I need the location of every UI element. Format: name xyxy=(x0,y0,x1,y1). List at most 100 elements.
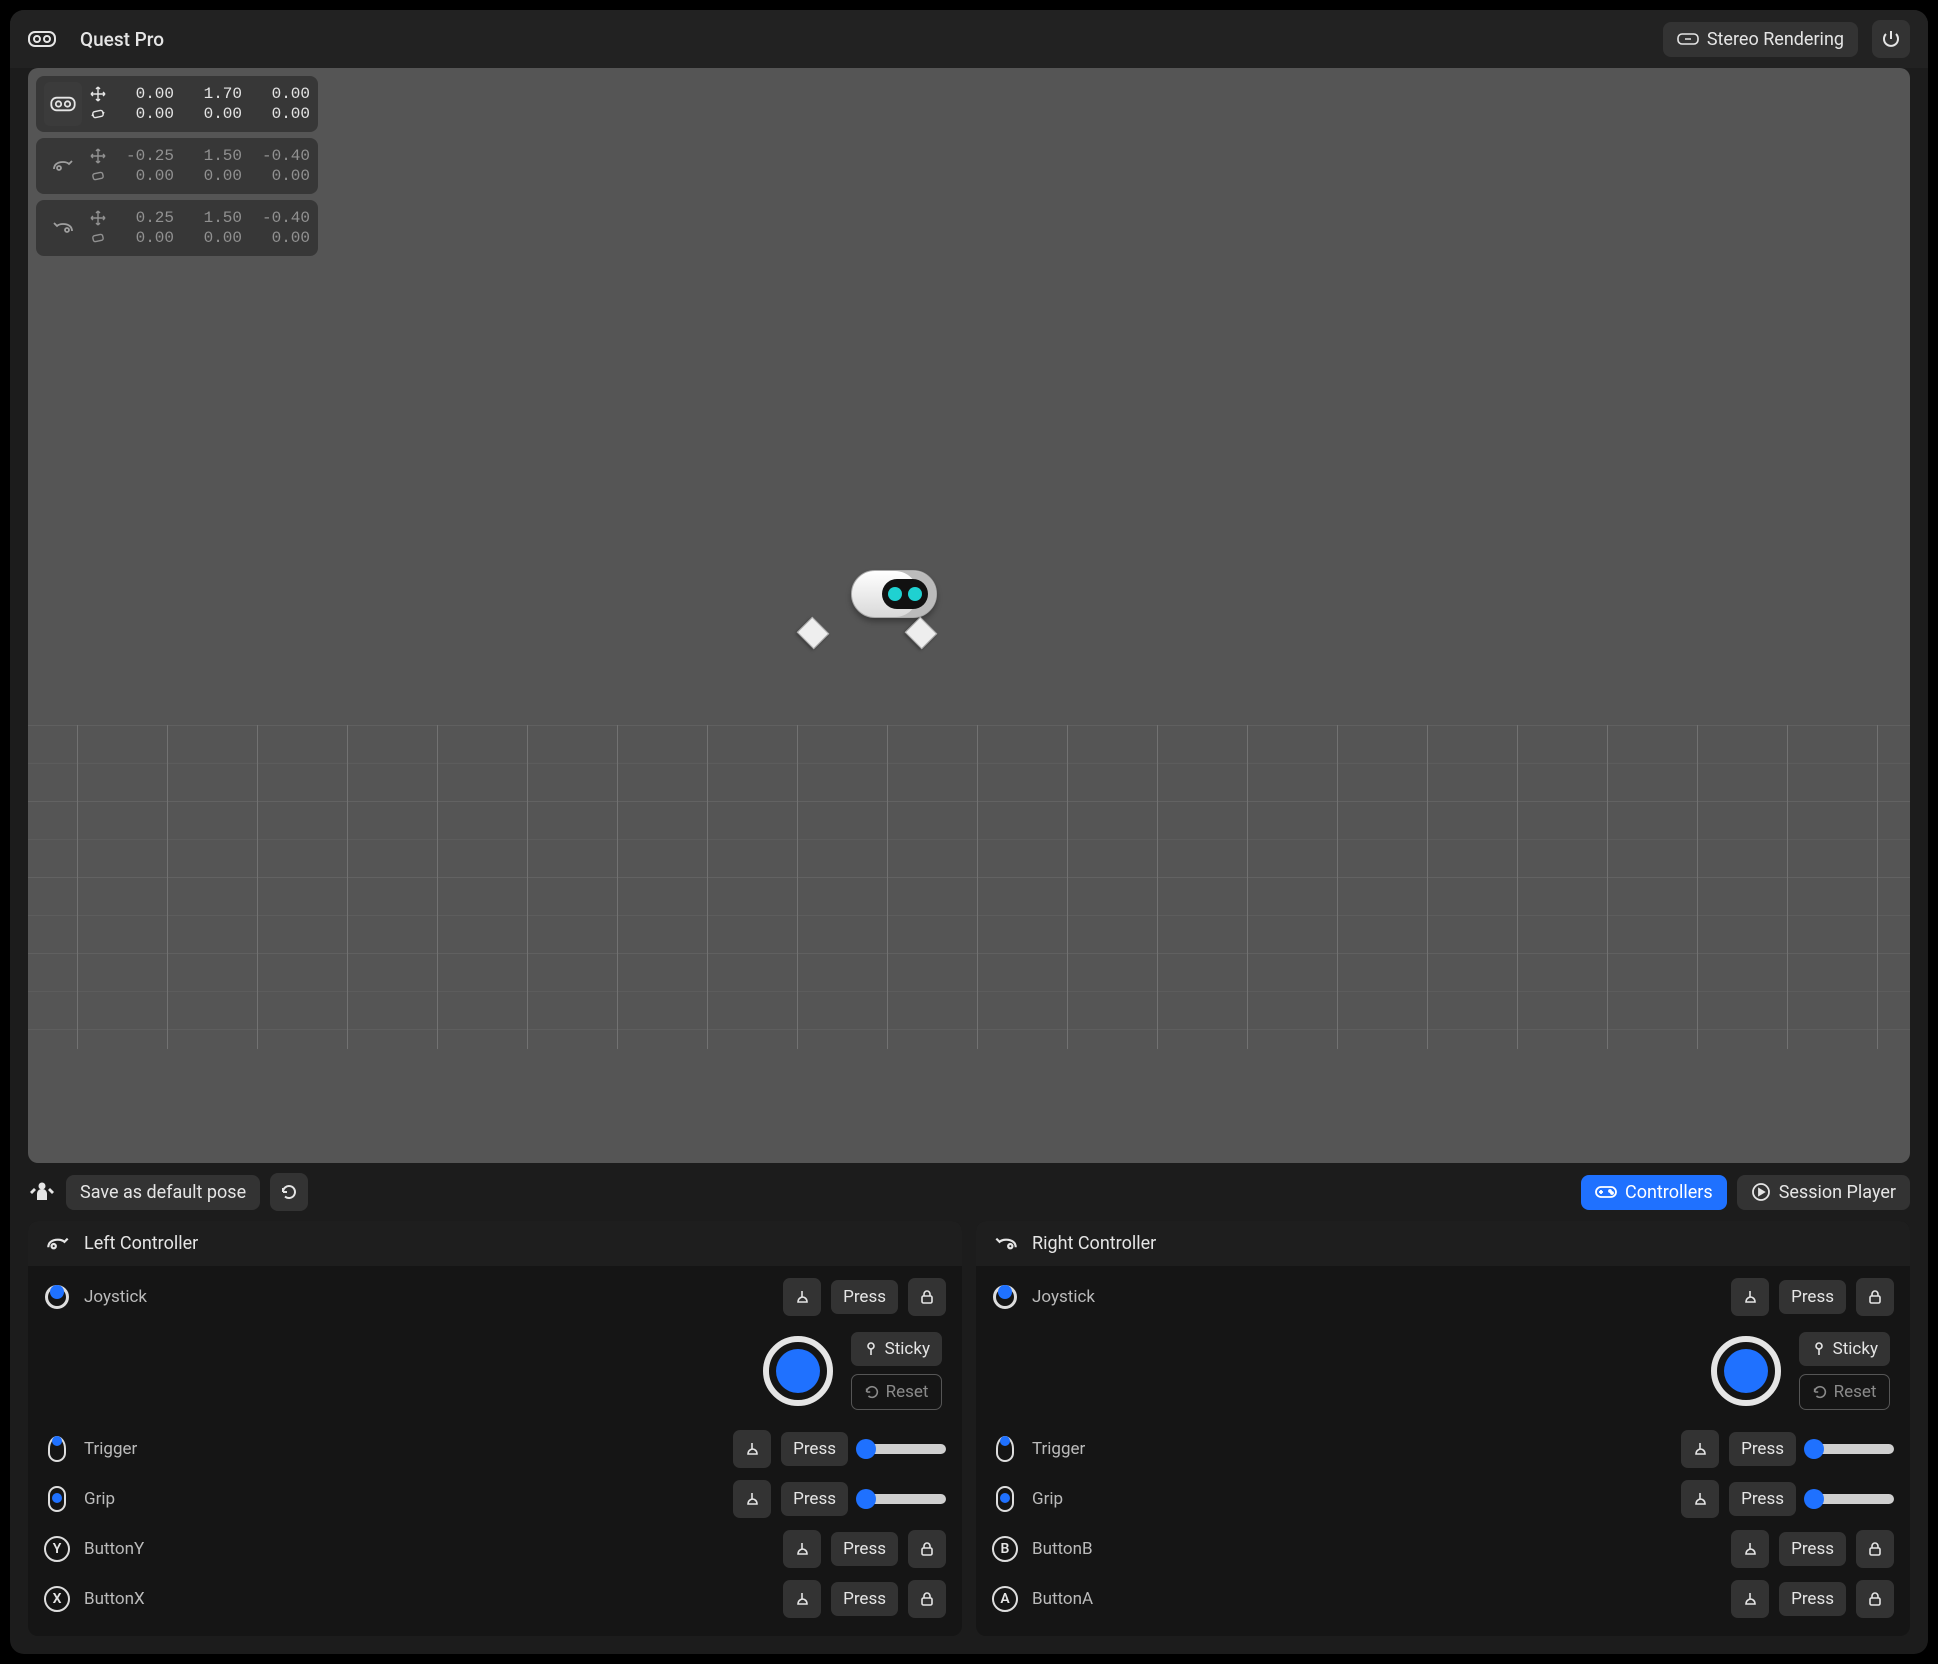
panel-header: Right Controller xyxy=(976,1221,1910,1266)
press-label: Press xyxy=(793,1439,836,1459)
touch-button[interactable] xyxy=(783,1580,821,1618)
label-button-y: ButtonY xyxy=(84,1539,773,1559)
row-grip: Grip Press xyxy=(992,1478,1894,1520)
trigger-slider[interactable] xyxy=(1806,1444,1894,1454)
lock-icon xyxy=(919,1289,935,1305)
grip-slider[interactable] xyxy=(858,1494,946,1504)
reset-button[interactable]: Reset xyxy=(851,1374,942,1410)
press-button[interactable]: Press xyxy=(1779,1582,1846,1616)
controller-right-icon xyxy=(992,1234,1020,1254)
press-button[interactable]: Press xyxy=(831,1582,898,1616)
lock-button[interactable] xyxy=(908,1580,946,1618)
touch-button[interactable] xyxy=(1731,1530,1769,1568)
stat-card-left-controller[interactable]: -0.25 1.50 -0.40 0.00 0.00 0.00 xyxy=(36,138,318,194)
touch-icon xyxy=(1741,1540,1759,1558)
touch-button[interactable] xyxy=(1681,1480,1719,1518)
label-trigger: Trigger xyxy=(1032,1439,1671,1459)
stat-value: -0.40 xyxy=(252,147,310,165)
stat-value: 0.00 xyxy=(252,167,310,185)
stat-card-headset[interactable]: 0.00 1.70 0.00 0.00 0.00 0.00 xyxy=(36,76,318,132)
tab-session-label: Session Player xyxy=(1779,1182,1896,1203)
touch-button[interactable] xyxy=(1681,1430,1719,1468)
move-icon xyxy=(90,148,106,164)
stat-value: 0.00 xyxy=(184,105,242,123)
trigger-icon xyxy=(996,1436,1014,1462)
touch-icon xyxy=(743,1490,761,1508)
label-grip: Grip xyxy=(84,1489,723,1509)
tab-controllers-label: Controllers xyxy=(1625,1182,1713,1203)
grip-slider[interactable] xyxy=(1806,1494,1894,1504)
label-button-x: ButtonX xyxy=(84,1589,773,1609)
tab-controllers[interactable]: Controllers xyxy=(1581,1175,1727,1210)
lock-button[interactable] xyxy=(1856,1530,1894,1568)
touch-button[interactable] xyxy=(733,1480,771,1518)
press-button[interactable]: Press xyxy=(1729,1432,1796,1466)
label-trigger: Trigger xyxy=(84,1439,723,1459)
stat-value: 0.00 xyxy=(252,105,310,123)
panel-header: Left Controller xyxy=(28,1221,962,1266)
rotate-icon xyxy=(90,230,106,246)
press-button[interactable]: Press xyxy=(1779,1532,1846,1566)
touch-button[interactable] xyxy=(733,1430,771,1468)
trigger-slider[interactable] xyxy=(858,1444,946,1454)
touch-icon xyxy=(1741,1288,1759,1306)
grip-icon xyxy=(48,1486,66,1512)
reset-button[interactable]: Reset xyxy=(1799,1374,1890,1410)
press-button[interactable]: Press xyxy=(781,1432,848,1466)
controller-left-icon xyxy=(44,144,82,188)
lock-button[interactable] xyxy=(908,1278,946,1316)
joystick-pad[interactable] xyxy=(1711,1336,1781,1406)
tab-session-player[interactable]: Session Player xyxy=(1737,1175,1910,1210)
joystick-icon xyxy=(993,1285,1017,1309)
touch-icon xyxy=(1691,1440,1709,1458)
grip-icon xyxy=(996,1486,1014,1512)
play-circle-icon xyxy=(1751,1182,1771,1202)
press-button[interactable]: Press xyxy=(1779,1280,1846,1314)
lock-icon xyxy=(919,1591,935,1607)
3d-viewport[interactable]: 0.00 1.70 0.00 0.00 0.00 0.00 xyxy=(28,68,1910,1163)
label-joystick: Joystick xyxy=(84,1287,773,1307)
transform-stats: 0.00 1.70 0.00 0.00 0.00 0.00 xyxy=(36,76,318,256)
lock-button[interactable] xyxy=(1856,1580,1894,1618)
move-icon xyxy=(90,210,106,226)
press-label: Press xyxy=(1741,1439,1784,1459)
label-joystick: Joystick xyxy=(1032,1287,1721,1307)
button-a-icon: A xyxy=(992,1586,1018,1612)
undo-icon xyxy=(864,1384,880,1400)
stat-value: 0.00 xyxy=(116,85,174,103)
stereo-rendering-button[interactable]: Stereo Rendering xyxy=(1663,22,1858,57)
save-default-pose-button[interactable]: Save as default pose xyxy=(66,1175,260,1210)
lock-button[interactable] xyxy=(1856,1278,1894,1316)
press-label: Press xyxy=(1791,1287,1834,1307)
stat-value: 0.00 xyxy=(184,229,242,247)
label-button-a: ButtonA xyxy=(1032,1589,1721,1609)
controller-right-icon xyxy=(44,206,82,250)
joystick-pad[interactable] xyxy=(763,1336,833,1406)
press-button[interactable]: Press xyxy=(831,1280,898,1314)
button-x-icon: X xyxy=(44,1586,70,1612)
sticky-button[interactable]: Sticky xyxy=(851,1332,942,1366)
row-button-a: A ButtonA Press xyxy=(992,1578,1894,1620)
press-button[interactable]: Press xyxy=(781,1482,848,1516)
stat-value: 1.70 xyxy=(184,85,242,103)
touch-icon xyxy=(793,1540,811,1558)
row-button-x: X ButtonX Press xyxy=(44,1578,946,1620)
reset-pose-button[interactable] xyxy=(270,1173,308,1211)
touch-button[interactable] xyxy=(1731,1580,1769,1618)
vr-headset-icon xyxy=(44,82,82,126)
press-button[interactable]: Press xyxy=(831,1532,898,1566)
lock-button[interactable] xyxy=(908,1530,946,1568)
trigger-icon xyxy=(48,1436,66,1462)
press-label: Press xyxy=(1791,1589,1834,1609)
press-button[interactable]: Press xyxy=(1729,1482,1796,1516)
touch-button[interactable] xyxy=(1731,1278,1769,1316)
touch-button[interactable] xyxy=(783,1278,821,1316)
rotate-icon xyxy=(90,106,106,122)
lock-icon xyxy=(1867,1541,1883,1557)
panel-title: Left Controller xyxy=(84,1233,198,1254)
power-button[interactable] xyxy=(1872,20,1910,58)
sticky-button[interactable]: Sticky xyxy=(1799,1332,1890,1366)
sticky-label: Sticky xyxy=(885,1339,930,1359)
stat-card-right-controller[interactable]: 0.25 1.50 -0.40 0.00 0.00 0.00 xyxy=(36,200,318,256)
touch-button[interactable] xyxy=(783,1530,821,1568)
